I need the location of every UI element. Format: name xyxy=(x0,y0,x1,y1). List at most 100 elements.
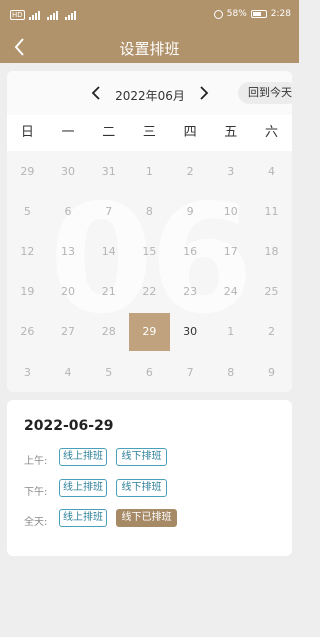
day-cell[interactable]: 7 xyxy=(170,352,211,392)
day-cell[interactable]: 19 xyxy=(7,272,48,312)
day-cell[interactable]: 12 xyxy=(7,231,48,271)
hd-indicator: HD xyxy=(10,10,25,20)
day-cell[interactable]: 8 xyxy=(210,352,251,392)
row-label-morning: 上午: xyxy=(24,456,48,467)
weekday-label: 五 xyxy=(224,125,238,140)
afternoon-online-button[interactable]: 线上排班 xyxy=(59,479,107,497)
day-cell[interactable]: 8 xyxy=(129,191,170,231)
day-cell[interactable]: 17 xyxy=(210,231,251,271)
day-cell[interactable]: 27 xyxy=(48,312,89,352)
day-number: 16 xyxy=(183,244,198,258)
fullday-offline-scheduled-button[interactable]: 线下已排班 xyxy=(116,509,177,527)
day-cell[interactable]: 1 xyxy=(210,312,251,352)
day-number: 27 xyxy=(61,325,76,339)
month-label: 2022年06月 xyxy=(115,89,185,103)
weekday-label: 一 xyxy=(61,125,75,140)
page-title: 设置排班 xyxy=(119,40,180,58)
day-number: 8 xyxy=(227,365,235,379)
day-cell[interactable]: 24 xyxy=(210,272,251,312)
day-number: 12 xyxy=(20,244,35,258)
day-cell[interactable]: 22 xyxy=(129,272,170,312)
signal-icon xyxy=(64,10,79,20)
day-cell[interactable]: 13 xyxy=(48,231,89,271)
day-cell[interactable]: 1 xyxy=(129,151,170,191)
morning-offline-button[interactable]: 线下排班 xyxy=(116,448,167,466)
morning-online-button[interactable]: 线上排班 xyxy=(59,448,107,466)
selected-day-cell[interactable]: 29 xyxy=(129,312,170,352)
day-cell[interactable]: 28 xyxy=(88,312,129,352)
day-cell[interactable]: 16 xyxy=(170,231,211,271)
day-number: 29 xyxy=(129,312,170,351)
day-cell[interactable]: 23 xyxy=(170,272,211,312)
day-cell[interactable]: 11 xyxy=(251,191,292,231)
day-cell[interactable]: 2 xyxy=(170,151,211,191)
day-number: 2 xyxy=(186,164,194,178)
day-number: 11 xyxy=(264,204,279,218)
day-cell[interactable]: 6 xyxy=(48,191,89,231)
day-cell[interactable]: 5 xyxy=(88,352,129,392)
day-number: 7 xyxy=(186,365,194,379)
day-number: 19 xyxy=(20,285,35,299)
day-number: 31 xyxy=(101,164,116,178)
day-number: 3 xyxy=(227,164,235,178)
day-number: 9 xyxy=(186,204,194,218)
day-cell[interactable]: 14 xyxy=(88,231,129,271)
day-cell[interactable]: 10 xyxy=(210,191,251,231)
day-cell[interactable]: 26 xyxy=(7,312,48,352)
day-cell[interactable]: 25 xyxy=(251,272,292,312)
fullday-online-button[interactable]: 线上排班 xyxy=(59,509,107,527)
day-number: 10 xyxy=(223,204,238,218)
day-number: 25 xyxy=(264,285,279,299)
status-bar: HD 58% 2:28 xyxy=(0,0,299,31)
afternoon-offline-button[interactable]: 线下排班 xyxy=(116,479,167,497)
day-number: 8 xyxy=(145,204,153,218)
day-number: 9 xyxy=(267,365,275,379)
weekday-label: 日 xyxy=(20,125,34,140)
day-cell[interactable]: 30 xyxy=(48,151,89,191)
day-cell[interactable]: 3 xyxy=(210,151,251,191)
schedule-detail-card: 2022-06-29 上午: 线上排班 线下排班 下午: 线上排班 线下排班 全… xyxy=(7,400,292,556)
day-cell[interactable]: 4 xyxy=(251,151,292,191)
day-number: 28 xyxy=(101,325,116,339)
prev-month-icon[interactable] xyxy=(87,83,107,103)
day-number: 29 xyxy=(20,164,35,178)
day-number: 24 xyxy=(223,285,238,299)
day-cell[interactable]: 3 xyxy=(7,352,48,392)
day-cell[interactable]: 30 xyxy=(170,312,211,352)
month-navigator: 2022年06月 回到今天 xyxy=(7,71,292,115)
day-cell[interactable]: 4 xyxy=(48,352,89,392)
day-cell[interactable]: 21 xyxy=(88,272,129,312)
back-to-today-button[interactable]: 回到今天 xyxy=(238,82,292,104)
day-cell[interactable]: 20 xyxy=(48,272,89,312)
day-number: 3 xyxy=(23,365,31,379)
day-cell[interactable]: 29 xyxy=(7,151,48,191)
weekday-label: 三 xyxy=(142,125,156,140)
status-left: HD xyxy=(10,10,79,20)
weekday-header: 日 一 二 三 四 五 六 xyxy=(7,115,292,151)
day-cell[interactable]: 7 xyxy=(88,191,129,231)
day-number: 7 xyxy=(105,204,113,218)
day-cell[interactable]: 9 xyxy=(251,352,292,392)
day-number: 26 xyxy=(20,325,35,339)
day-number: 20 xyxy=(61,285,76,299)
clock: 2:28 xyxy=(270,9,291,19)
day-number: 30 xyxy=(183,325,198,339)
day-number: 6 xyxy=(64,204,72,218)
day-number: 4 xyxy=(64,365,72,379)
day-number: 30 xyxy=(61,164,76,178)
day-cell[interactable]: 6 xyxy=(129,352,170,392)
nav-bar: 设置排班 xyxy=(0,31,299,63)
day-number: 21 xyxy=(101,285,116,299)
next-month-icon[interactable] xyxy=(193,83,213,103)
day-cell[interactable]: 31 xyxy=(88,151,129,191)
day-number: 18 xyxy=(264,244,279,258)
day-cell[interactable]: 5 xyxy=(7,191,48,231)
day-cell[interactable]: 2 xyxy=(251,312,292,352)
day-number: 14 xyxy=(101,244,116,258)
day-cell[interactable]: 15 xyxy=(129,231,170,271)
signal-icon xyxy=(46,10,61,20)
day-cell[interactable]: 18 xyxy=(251,231,292,271)
day-number: 6 xyxy=(145,365,153,379)
selected-date: 2022-06-29 xyxy=(24,418,114,434)
day-cell[interactable]: 9 xyxy=(170,191,211,231)
